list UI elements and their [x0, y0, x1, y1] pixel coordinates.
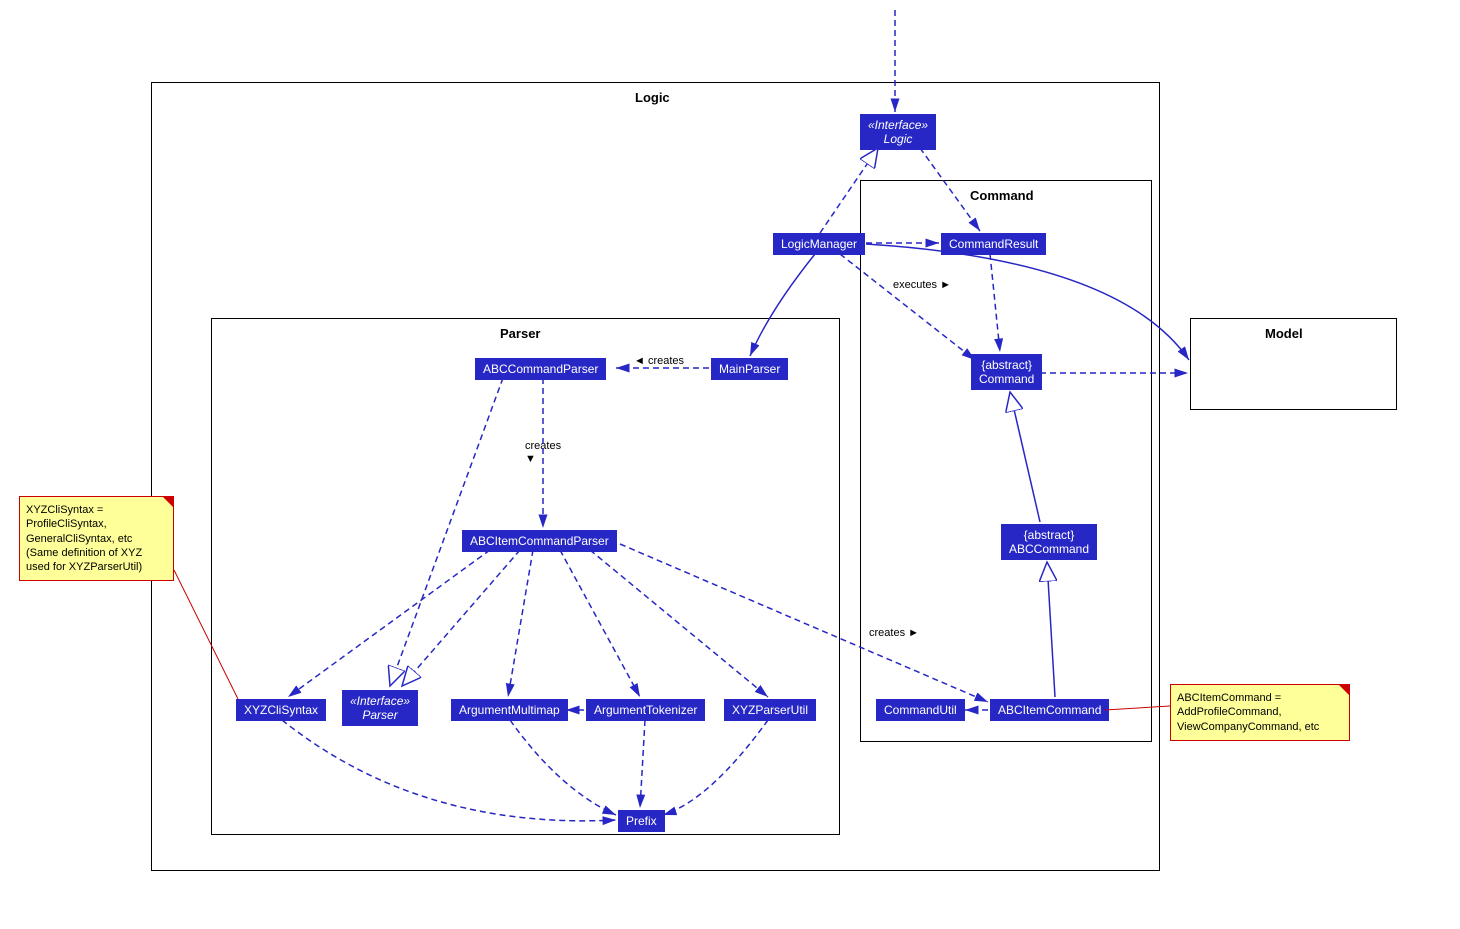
- executes-label: executes ►: [893, 279, 951, 291]
- creates-label-3: creates ►: [869, 627, 919, 639]
- model-package-title: Model: [1265, 326, 1303, 341]
- parser-interface-stereotype: «Interface»: [350, 694, 410, 708]
- xyz-cli-syntax-note: XYZCliSyntax = ProfileCliSyntax, General…: [19, 496, 174, 581]
- creates-label-2: creates ▼: [525, 440, 561, 466]
- main-parser-node: MainParser: [711, 358, 788, 380]
- prefix-node: Prefix: [618, 810, 665, 832]
- abstract-command-stereotype: {abstract}: [979, 358, 1034, 372]
- command-util-node: CommandUtil: [876, 699, 965, 721]
- abc-item-command-parser-node: ABCItemCommandParser: [462, 530, 617, 552]
- command-result-node: CommandResult: [941, 233, 1046, 255]
- abc-item-command-node: ABCItemCommand: [990, 699, 1109, 721]
- logic-package-title: Logic: [635, 90, 670, 105]
- logic-manager-node: LogicManager: [773, 233, 865, 255]
- command-package-title: Command: [970, 188, 1034, 203]
- abstract-abc-command-node: {abstract} ABCCommand: [1001, 524, 1097, 560]
- argument-tokenizer-node: ArgumentTokenizer: [586, 699, 705, 721]
- xyz-cli-syntax-node: XYZCliSyntax: [236, 699, 326, 721]
- parser-interface-node: «Interface» Parser: [342, 690, 418, 726]
- parser-interface-name: Parser: [350, 708, 410, 722]
- command-package: [860, 180, 1152, 742]
- logic-interface-node: «Interface» Logic: [860, 114, 936, 150]
- abstract-abc-command-name: ABCCommand: [1009, 542, 1089, 556]
- xyz-parser-util-node: XYZParserUtil: [724, 699, 816, 721]
- creates-label-1: ◄ creates: [634, 355, 684, 367]
- parser-package-title: Parser: [500, 326, 540, 341]
- logic-interface-name: Logic: [868, 132, 928, 146]
- parser-package: [211, 318, 840, 835]
- abc-item-command-note: ABCItemCommand = AddProfileCommand, View…: [1170, 684, 1350, 741]
- argument-multimap-node: ArgumentMultimap: [451, 699, 568, 721]
- abstract-command-node: {abstract} Command: [971, 354, 1042, 390]
- logic-interface-stereotype: «Interface»: [868, 118, 928, 132]
- abc-command-parser-node: ABCCommandParser: [475, 358, 606, 380]
- abstract-command-name: Command: [979, 372, 1034, 386]
- abstract-abc-command-stereotype: {abstract}: [1009, 528, 1089, 542]
